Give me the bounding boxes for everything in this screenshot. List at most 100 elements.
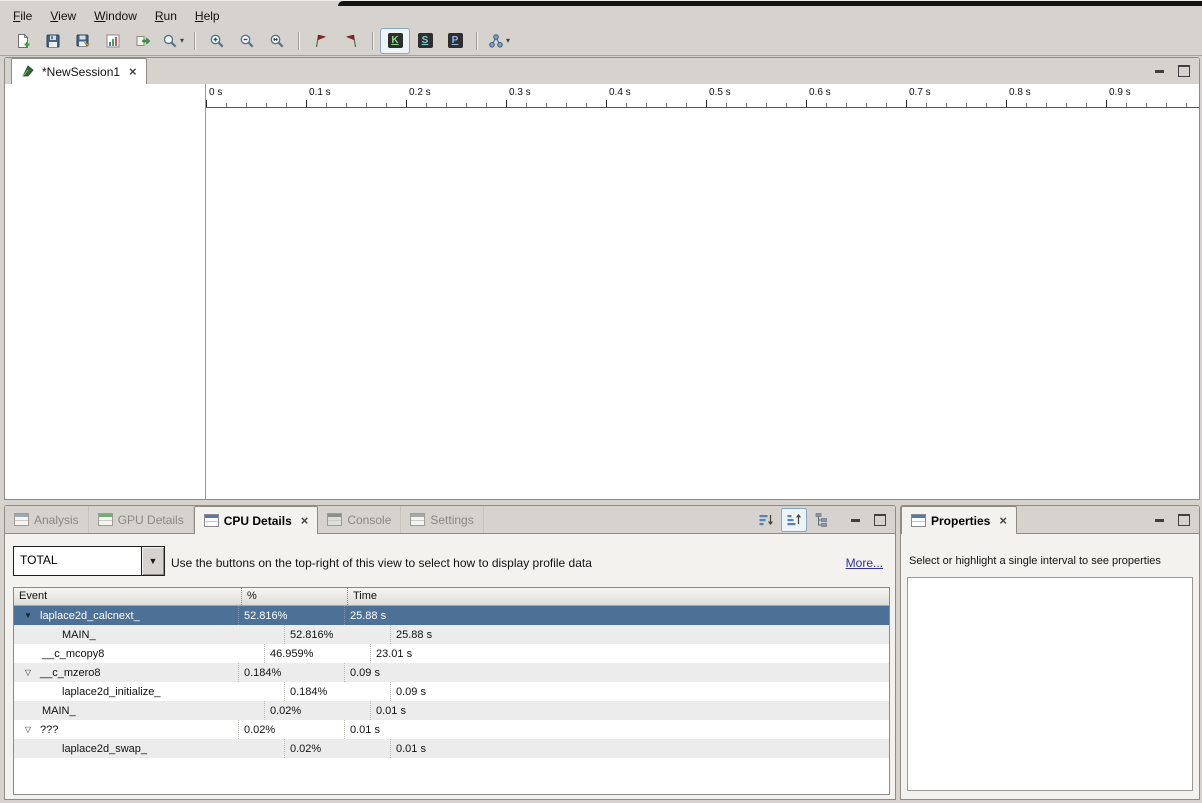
menu-window[interactable]: Window <box>85 7 146 25</box>
sort-by-name-button[interactable] <box>781 508 807 532</box>
tab-cpu-details[interactable]: CPU Details× <box>194 506 319 534</box>
zoom-fit-button[interactable] <box>262 28 292 54</box>
ruler-tick: 0 s <box>206 84 266 107</box>
properties-hint: Select or highlight a single interval to… <box>909 555 1161 567</box>
event-name: laplace2d_swap_ <box>62 743 147 755</box>
process-toggle-icon: P <box>448 33 463 48</box>
menu-run[interactable]: Run <box>146 7 186 25</box>
toolbar-separator <box>194 32 196 50</box>
export-button[interactable] <box>128 28 158 54</box>
marker-prev-button[interactable] <box>336 28 366 54</box>
tab-label: Settings <box>430 513 473 527</box>
event-cell: ▽__c_mzero8 <box>14 663 239 682</box>
new-session-icon <box>15 33 31 49</box>
analysis-icon <box>488 33 504 49</box>
time-cell: 0.01 s <box>345 720 889 739</box>
combo-dropdown-button[interactable]: ▼ <box>141 547 164 575</box>
minimize-button[interactable] <box>1150 511 1168 529</box>
analysis-button[interactable]: ▾ <box>484 28 514 54</box>
tab-gpu-details[interactable]: GPU Details <box>89 506 194 533</box>
zoom-in-button[interactable] <box>202 28 232 54</box>
column-header-event[interactable]: Event <box>14 588 242 605</box>
table-row[interactable]: ▼laplace2d_calcnext_52.816%25.88 s <box>14 606 889 625</box>
event-name: __c_mzero8 <box>40 667 101 679</box>
percent-cell: 0.02% <box>265 701 371 720</box>
minimize-icon <box>1155 519 1164 522</box>
zoom-out-button[interactable] <box>232 28 262 54</box>
flat-view-button[interactable] <box>809 508 835 532</box>
column-header-percent[interactable]: % <box>242 588 348 605</box>
sort-by-time-icon <box>758 512 774 528</box>
vertical-sash[interactable] <box>894 505 900 798</box>
session-tab-label: *NewSession1 <box>42 65 120 79</box>
maximize-button[interactable] <box>871 511 889 529</box>
zoom-out-icon <box>239 33 255 49</box>
more-link[interactable]: More... <box>846 556 883 570</box>
properties-tabbar: Properties × <box>901 506 1199 534</box>
table-row[interactable]: laplace2d_swap_ 0.02%0.01 s <box>14 739 889 758</box>
ruler-tick-label: 0.2 s <box>409 87 431 98</box>
time-cell: 0.01 s <box>371 701 889 720</box>
tab-console[interactable]: Console <box>318 506 401 533</box>
table-row[interactable]: MAIN_ 0.02%0.01 s <box>14 701 889 720</box>
maximize-button[interactable] <box>1175 62 1193 80</box>
minimize-button[interactable] <box>1150 62 1168 80</box>
table-row[interactable]: MAIN_52.816%25.88 s <box>14 625 889 644</box>
table-row[interactable]: ▽__c_mzero80.184%0.09 s <box>14 663 889 682</box>
tab-properties[interactable]: Properties × <box>901 506 1017 534</box>
close-tab-icon[interactable]: × <box>301 513 309 528</box>
maximize-button[interactable] <box>1175 511 1193 529</box>
marker-next-button[interactable] <box>306 28 336 54</box>
ruler-tick-label: 0.7 s <box>909 87 931 98</box>
tab-settings[interactable]: Settings <box>401 506 483 533</box>
ruler-tick: 0.6 s <box>806 84 866 107</box>
display-mode-combo[interactable]: TOTAL ▼ <box>13 546 165 576</box>
table-row[interactable]: ▽???0.02%0.01 s <box>14 720 889 739</box>
time-cell: 23.01 s <box>371 644 889 663</box>
sort-by-name-icon <box>786 512 802 528</box>
settings-tab-icon <box>410 513 425 526</box>
chart-icon <box>105 33 121 49</box>
expander-icon[interactable]: ▽ <box>16 725 40 734</box>
close-tab-icon[interactable]: × <box>129 64 137 79</box>
chart-button[interactable] <box>98 28 128 54</box>
new-session-button[interactable] <box>8 28 38 54</box>
properties-empty-area <box>907 577 1193 791</box>
application-window: FileViewWindowRunHelp ▾ KSP ▾ *NewSession1… <box>0 0 1202 803</box>
event-cell: laplace2d_swap_ <box>14 739 285 758</box>
table-row[interactable]: __c_mcopy846.959%23.01 s <box>14 644 889 663</box>
table-row[interactable]: laplace2d_initialize_0.184%0.09 s <box>14 682 889 701</box>
column-header-time[interactable]: Time <box>348 588 889 605</box>
close-tab-icon[interactable]: × <box>999 513 1007 528</box>
ruler-tick-label: 0.1 s <box>309 87 331 98</box>
analysis-tab-icon <box>14 513 29 526</box>
minimize-button[interactable] <box>846 511 864 529</box>
ruler-tick: 0.4 s <box>606 84 666 107</box>
save-button[interactable] <box>38 28 68 54</box>
horizontal-sash[interactable] <box>0 498 1202 505</box>
timeline-canvas[interactable] <box>206 108 1199 499</box>
maximize-icon <box>1178 65 1190 77</box>
expander-icon[interactable]: ▼ <box>16 611 40 620</box>
ruler-tick: 0.7 s <box>906 84 966 107</box>
menu-view[interactable]: View <box>41 7 85 25</box>
process-toggle-button[interactable]: P <box>440 28 470 54</box>
event-name: MAIN_ <box>42 705 76 717</box>
timeline-ruler[interactable]: 0 s0.1 s0.2 s0.3 s0.4 s0.5 s0.6 s0.7 s0.… <box>206 84 1199 108</box>
kernel-toggle-button[interactable]: K <box>380 28 410 54</box>
save-as-button[interactable] <box>68 28 98 54</box>
menu-file[interactable]: File <box>4 7 41 25</box>
stream-toggle-button[interactable]: S <box>410 28 440 54</box>
expander-icon[interactable]: ▽ <box>16 668 40 677</box>
sort-by-time-button[interactable] <box>753 508 779 532</box>
search-button[interactable]: ▾ <box>158 28 188 54</box>
time-cell: 0.01 s <box>391 739 889 758</box>
percent-cell: 0.02% <box>285 739 391 758</box>
display-hint-text: Use the buttons on the top-right of this… <box>171 556 592 570</box>
event-name: laplace2d_initialize_ <box>62 686 160 698</box>
properties-content: Select or highlight a single interval to… <box>901 533 1199 799</box>
percent-cell: 46.959% <box>265 644 371 663</box>
menu-help[interactable]: Help <box>186 7 229 25</box>
tab-session[interactable]: *NewSession1 × <box>11 58 147 84</box>
tab-analysis[interactable]: Analysis <box>5 506 89 533</box>
